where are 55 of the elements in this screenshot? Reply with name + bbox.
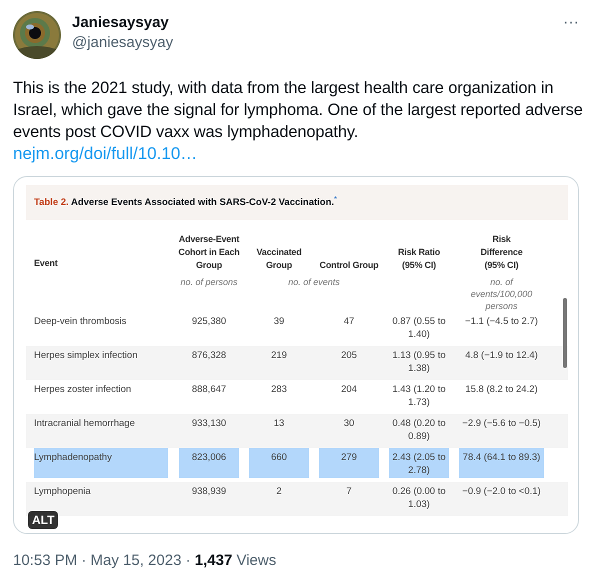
table-cell: 660 (249, 448, 309, 478)
table-cell-text: −2.9 (−5.6 to −0.5) (461, 417, 542, 431)
table-cell-text: 933,130 (190, 417, 228, 431)
table-cell: 823,006 (179, 448, 239, 478)
table-cell-text: 1.13 (0.95 to 1.38) (391, 349, 447, 376)
table-cell-text: 0.87 (0.55 to 1.40) (391, 315, 447, 342)
author-handle[interactable]: @janiesaysyay (72, 33, 564, 53)
unit-label: no. of events/100,000 persons (470, 276, 534, 312)
timestamp[interactable]: 10:53 PM · May 15, 2023 · (13, 552, 195, 569)
table-cell-text: 13 (272, 417, 286, 431)
table-cell: Lymphadenopathy (34, 448, 168, 478)
table-cell-text: 888,647 (190, 383, 228, 397)
tweet-text: This is the 2021 study, with data from the largest health care organization in Israel, which gave the signal for lymphoma. One of the largest reported adverse events post COVID vaxx was lymphadenopathy. (13, 78, 583, 143)
table-cell-text: 876,328 (190, 349, 228, 363)
table-cell-text: 219 (270, 349, 288, 363)
table-cell-text: Intracranial hemorrhage (34, 417, 135, 430)
table-cell: 78.4 (64.1 to 89.3) (459, 448, 544, 478)
column-header: Risk Difference (95% CI) (479, 233, 524, 272)
scrollbar-thumb (563, 298, 567, 368)
table-cell-text: 0.48 (0.20 to 0.89) (391, 417, 447, 444)
table-cell-text: Deep-vein thrombosis (34, 315, 126, 328)
table-cell-text: 47 (342, 315, 356, 329)
column-header: Control Group (318, 259, 380, 272)
table-cell-text: 30 (342, 417, 356, 431)
column-header: Event (34, 258, 58, 268)
table-cell-text: 15.8 (8.2 to 24.2) (464, 383, 539, 397)
column-header: Risk Ratio (95% CI) (396, 246, 441, 272)
more-button[interactable]: ··· (563, 13, 579, 33)
view-count: 1,437 Views (194, 552, 276, 569)
table-cell-text: Herpes zoster infection (34, 383, 132, 396)
table-title: Table 2. Adverse Events Associated with SARS-CoV-2 Vaccination.$^{*}$ (34, 194, 337, 210)
table-cell-text: 0.26 (0.00 to 1.03) (391, 485, 447, 512)
table-cell-text: 205 (340, 349, 358, 363)
table-cell: 279 (319, 448, 379, 478)
table-cell-text: Lymphopenia (34, 485, 91, 498)
table-cell-text: 925,380 (190, 315, 228, 329)
table-cell-text: Herpes simplex infection (34, 349, 138, 362)
column-header: Vaccinated Group (255, 246, 303, 272)
author-name[interactable]: Janiesaysyay (72, 13, 564, 33)
alt-badge[interactable]: ALT (28, 511, 58, 529)
table-cell-text: −0.9 (−2.0 to <0.1) (461, 485, 542, 499)
table-cell-text: 1.43 (1.20 to 1.73) (391, 383, 447, 410)
column-header: Adverse-Event Cohort in Each Group (177, 233, 241, 272)
table-cell-text: 2 (275, 485, 283, 499)
table-cell-text: 39 (272, 315, 286, 329)
table-cell-text: 938,939 (190, 485, 228, 499)
unit-label: no. of persons (180, 276, 238, 289)
table-cell-text: −1.1 (−4.5 to 2.7) (464, 315, 539, 329)
table-cell: 2.43 (2.05 to 2.78) (389, 448, 449, 478)
table-cell-text: 204 (340, 383, 358, 397)
table-cell-text: 7 (345, 485, 353, 499)
media-card[interactable] (13, 176, 579, 534)
unit-label: no. of events (288, 276, 340, 289)
table-cell-text: 283 (270, 383, 288, 397)
table-cell-text: 4.8 (−1.9 to 12.4) (464, 349, 539, 363)
